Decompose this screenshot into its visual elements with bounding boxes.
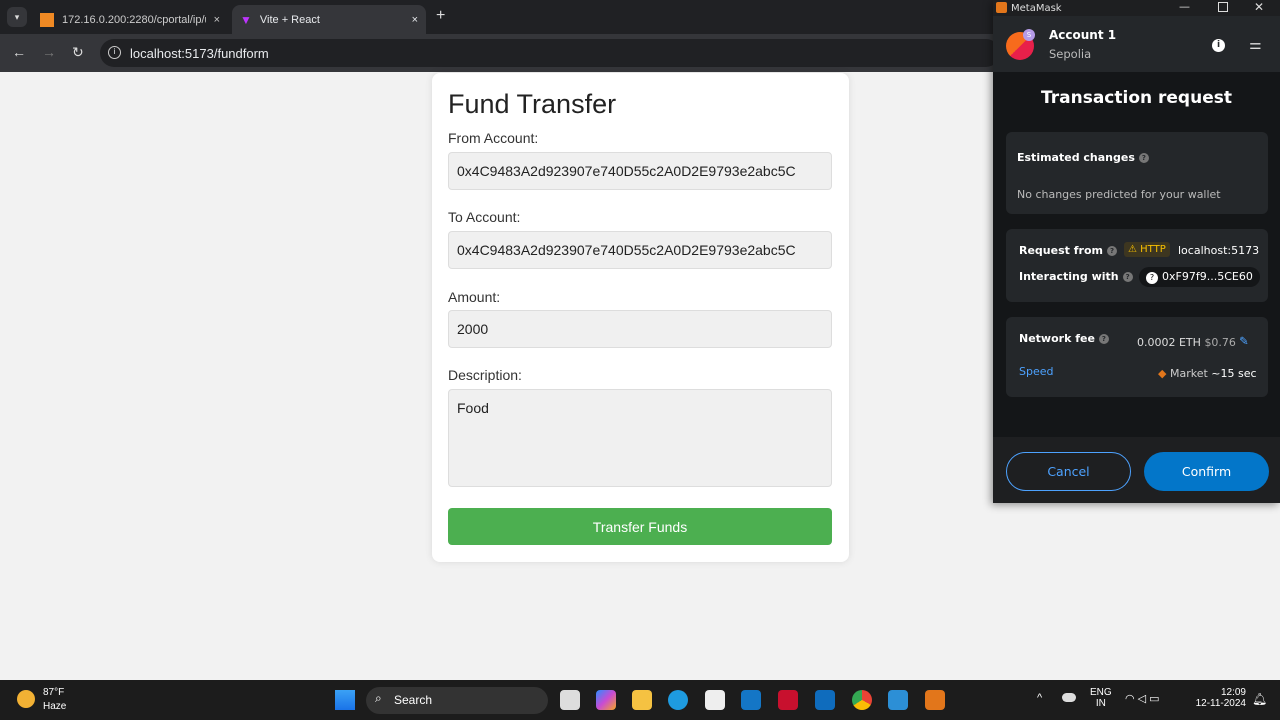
- outlook-icon[interactable]: [815, 690, 835, 710]
- vscode-icon[interactable]: [888, 690, 908, 710]
- description-textarea[interactable]: Food: [448, 389, 832, 487]
- chrome-icon[interactable]: [852, 690, 872, 710]
- settings-sliders-icon[interactable]: ⚌: [1249, 37, 1262, 53]
- page-title: Fund Transfer: [448, 89, 617, 119]
- fee-usd: $0.76: [1204, 336, 1236, 349]
- store-icon[interactable]: [705, 690, 725, 710]
- copilot-icon[interactable]: [596, 690, 616, 710]
- http-warning-badge: ⚠ HTTP: [1124, 242, 1170, 257]
- request-origin: localhost:5173: [1178, 244, 1260, 257]
- info-icon[interactable]: i: [1212, 39, 1225, 52]
- tab-vite-react[interactable]: ▼ Vite + React ×: [232, 5, 426, 34]
- tab-list-button[interactable]: ▾: [7, 7, 27, 27]
- help-icon[interactable]: ?: [1138, 153, 1149, 163]
- from-account-label: From Account:: [448, 130, 539, 146]
- help-icon[interactable]: ?: [1122, 272, 1133, 282]
- to-account-label: To Account:: [448, 209, 521, 225]
- reload-icon[interactable]: ↻: [72, 44, 84, 61]
- temperature: 87°F: [43, 687, 65, 698]
- request-details-card: Request from? ⚠ HTTP localhost:5173 Inte…: [1006, 229, 1268, 302]
- speed-label: Speed: [1019, 365, 1054, 378]
- forward-icon[interactable]: →: [42, 44, 56, 60]
- wifi-volume-battery-icons[interactable]: ◠ ◁ ▭: [1125, 692, 1160, 705]
- fee-eth: 0.0002 ETH: [1137, 336, 1201, 349]
- to-account-input[interactable]: 0x4C9483A2d923907e740D55c2A0D2E9793e2abc…: [448, 231, 832, 269]
- network-badge: S: [1023, 29, 1035, 41]
- no-changes-text: No changes predicted for your wallet: [1017, 188, 1221, 201]
- cportal-favicon: [40, 12, 54, 27]
- cancel-button[interactable]: Cancel: [1006, 452, 1131, 491]
- search-box[interactable]: ⌕ Search: [366, 687, 548, 714]
- contract-address-pill[interactable]: ? 0xF97f9...5CE60: [1139, 267, 1260, 287]
- metamask-window: MetaMask — ✕ S Account 1 Sepolia i ⚌ Tra…: [993, 0, 1280, 503]
- edit-fee-icon[interactable]: ✎: [1239, 334, 1249, 348]
- url-input[interactable]: i localhost:5173/fundform: [100, 39, 1000, 67]
- minimize-button[interactable]: —: [1179, 0, 1190, 13]
- language-indicator[interactable]: ENG IN: [1090, 687, 1112, 709]
- metamask-titlebar: MetaMask — ✕: [993, 0, 1280, 16]
- search-icon: ⌕: [375, 691, 382, 705]
- close-icon[interactable]: ×: [412, 14, 418, 26]
- fund-transfer-form: Fund Transfer From Account: 0x4C9483A2d9…: [432, 73, 849, 562]
- transfer-funds-button[interactable]: Transfer Funds: [448, 508, 832, 545]
- file-explorer-icon[interactable]: [632, 690, 652, 710]
- confirm-button[interactable]: Confirm: [1144, 452, 1269, 491]
- amount-label: Amount:: [448, 289, 501, 305]
- account-name: Account 1: [1049, 28, 1117, 42]
- help-icon[interactable]: ?: [1106, 246, 1117, 256]
- metamask-fox-icon: [996, 2, 1007, 13]
- fox-icon: ◆: [1158, 367, 1167, 380]
- close-window-button[interactable]: ✕: [1254, 0, 1264, 14]
- new-tab-button[interactable]: +: [436, 7, 445, 25]
- site-info-icon[interactable]: i: [108, 46, 121, 59]
- show-hidden-icons[interactable]: ^: [1037, 692, 1042, 704]
- windows-taskbar: 87°F Haze ⌕ Search ^ ENG IN ◠ ◁ ▭ 12:09 12…: [0, 680, 1280, 720]
- close-icon[interactable]: ×: [214, 14, 220, 26]
- maximize-button[interactable]: [1218, 2, 1228, 12]
- weather-icon[interactable]: [17, 690, 35, 708]
- back-icon[interactable]: ←: [12, 44, 26, 60]
- description-label: Description:: [448, 367, 522, 383]
- from-account-input[interactable]: 0x4C9483A2d923907e740D55c2A0D2E9793e2abc…: [448, 152, 832, 190]
- dell-icon[interactable]: [741, 690, 761, 710]
- notification-bell-icon[interactable]: 🔔︎: [1252, 692, 1267, 706]
- tab-cportal[interactable]: 172.16.0.200:2280/cportal/ip/u ×: [32, 5, 228, 34]
- help-icon[interactable]: ?: [1098, 334, 1109, 344]
- unknown-contract-icon: ?: [1146, 272, 1158, 284]
- onedrive-icon[interactable]: [1062, 693, 1076, 702]
- task-view-icon[interactable]: [560, 690, 580, 710]
- amount-input[interactable]: 2000: [448, 310, 832, 348]
- metamask-taskbar-icon[interactable]: [925, 690, 945, 710]
- weather-text: Haze: [43, 701, 67, 712]
- network-fee-card: Network fee? 0.0002 ETH $0.76 ✎ Speed ◆ …: [1006, 317, 1268, 397]
- start-button[interactable]: [335, 690, 355, 710]
- network-name: Sepolia: [1049, 47, 1092, 61]
- metamask-footer: Cancel Confirm: [993, 437, 1280, 503]
- estimated-changes-card: Estimated changes? No changes predicted …: [1006, 132, 1268, 214]
- vite-favicon: ▼: [240, 12, 252, 27]
- mcafee-icon[interactable]: [778, 690, 798, 710]
- transaction-request-heading: Transaction request: [1041, 88, 1232, 108]
- edge-icon[interactable]: [668, 690, 688, 710]
- clock[interactable]: 12:09 12-11-2024: [1196, 687, 1246, 709]
- account-header[interactable]: S Account 1 Sepolia i ⚌: [993, 16, 1280, 72]
